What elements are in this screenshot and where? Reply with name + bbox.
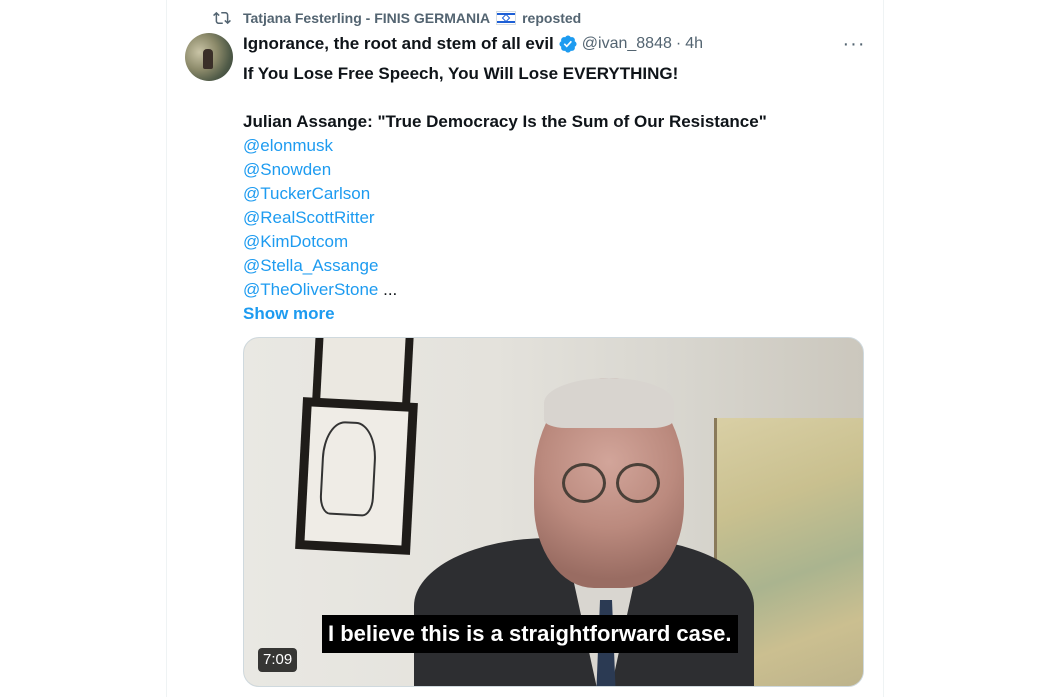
avatar[interactable]	[185, 33, 233, 81]
speaker-glasses-left	[562, 463, 606, 503]
verified-badge-icon[interactable]	[558, 34, 578, 54]
wall-frame-sketch	[295, 397, 418, 555]
tweet-time[interactable]: 4h	[685, 35, 703, 53]
timeline-right-border	[883, 0, 884, 697]
tweet-text-line1: If You Lose Free Speech, You Will Lose E…	[243, 64, 679, 83]
repost-context: Tatjana Festerling - FINIS GERMANIA repo…	[213, 8, 581, 28]
repost-icon	[213, 11, 231, 25]
speaker-hair	[544, 378, 674, 428]
mention-link[interactable]: @Stella_Assange	[243, 254, 863, 278]
israel-flag-icon	[496, 11, 517, 25]
mention-link[interactable]: @Snowden	[243, 158, 863, 182]
avatar-figure	[203, 49, 213, 69]
tweet-text-line2: Julian Assange: "True Democracy Is the S…	[243, 112, 767, 131]
speaker-glasses-right	[616, 463, 660, 503]
mention-link[interactable]: @TheOliverStone	[243, 280, 378, 299]
repost-label: reposted	[522, 10, 582, 26]
mention-link[interactable]: @RealScottRitter	[243, 206, 863, 230]
mention-link[interactable]: @elonmusk	[243, 134, 863, 158]
tweet-body: If You Lose Free Speech, You Will Lose E…	[243, 62, 863, 326]
show-more-link[interactable]: Show more	[243, 302, 863, 326]
timeline-left-border	[166, 0, 167, 697]
reposter-name[interactable]: Tatjana Festerling - FINIS GERMANIA	[243, 10, 490, 26]
author-handle[interactable]: @ivan_8848	[582, 35, 672, 53]
more-options-icon[interactable]: ···	[842, 33, 866, 55]
tweet-text-spacer	[243, 86, 863, 110]
header-separator: ·	[675, 35, 682, 52]
video-duration-badge: 7:09	[258, 648, 298, 672]
video-subtitle: I believe this is a straightforward case…	[322, 615, 738, 653]
mention-link[interactable]: @KimDotcom	[243, 230, 863, 254]
mention-link[interactable]: @TuckerCarlson	[243, 182, 863, 206]
truncation-ellipsis: ...	[383, 280, 398, 299]
last-mention-row: @TheOliverStone ...	[243, 278, 863, 302]
tweet-header: Ignorance, the root and stem of all evil…	[243, 33, 703, 55]
author-display-name[interactable]: Ignorance, the root and stem of all evil	[243, 34, 554, 54]
